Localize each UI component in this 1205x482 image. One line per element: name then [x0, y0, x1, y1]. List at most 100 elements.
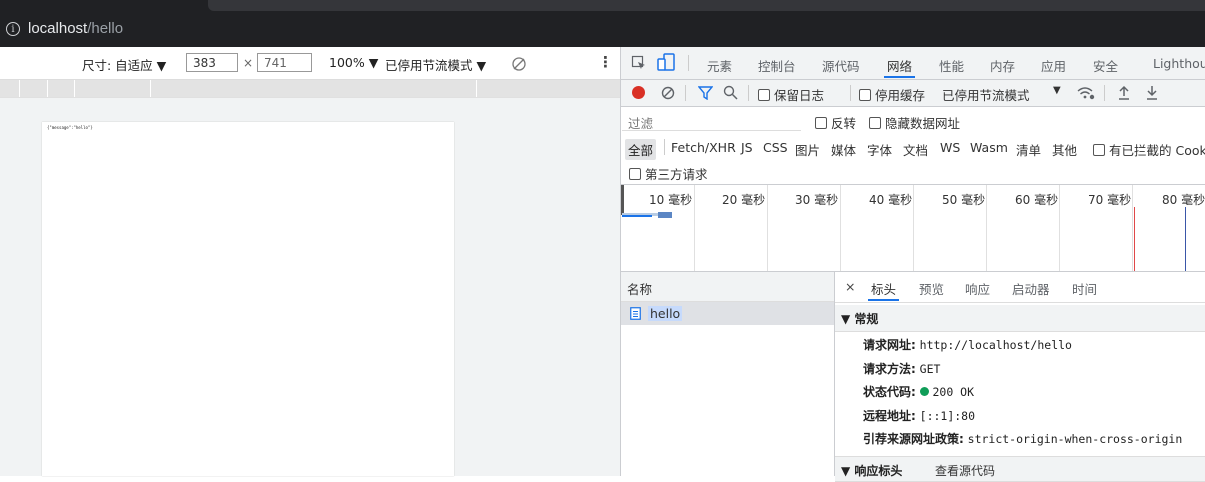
- type-filter-all[interactable]: 全部: [625, 139, 657, 160]
- preserve-log-checkbox[interactable]: 保留日志: [758, 85, 824, 104]
- checkbox-box[interactable]: [629, 168, 641, 180]
- record-icon[interactable]: [632, 86, 645, 99]
- site-info-icon[interactable]: i: [6, 22, 20, 36]
- status-code-value: 200 OK: [932, 385, 975, 399]
- import-har-icon[interactable]: [1118, 85, 1130, 100]
- load-event-marker: [1134, 207, 1135, 271]
- checkbox-box[interactable]: [815, 117, 827, 129]
- tab-application[interactable]: 应用: [1041, 56, 1066, 75]
- request-method-value: GET: [919, 362, 941, 376]
- media-query-segment[interactable]: [75, 80, 151, 97]
- separator: [748, 85, 749, 101]
- resource-type-filters: 全部 Fetch/XHR JS CSS 图片 媒体 字体 文档 WS Wasm …: [621, 134, 1205, 160]
- response-headers-section-header[interactable]: ▼ 响应标头 查看源代码: [835, 456, 1205, 482]
- throttle-dropdown-arrow[interactable]: ▼: [1053, 85, 1061, 96]
- device-width-input[interactable]: 383: [186, 53, 238, 72]
- timeline-label: 10 毫秒: [649, 193, 693, 207]
- timeline-gridline: [913, 185, 914, 271]
- checkbox-box[interactable]: [1093, 144, 1105, 156]
- timeline-start-marker: [621, 185, 624, 215]
- rotate-icon[interactable]: [511, 56, 527, 72]
- tab-sources[interactable]: 源代码: [822, 56, 860, 75]
- more-options-icon[interactable]: ⋮: [598, 53, 613, 71]
- tab-initiator[interactable]: 启动器: [1012, 279, 1050, 298]
- request-list: 名称 hello: [621, 272, 835, 476]
- type-filter-font[interactable]: 字体: [867, 140, 892, 159]
- tab-preview[interactable]: 预览: [919, 279, 944, 298]
- separator: [664, 139, 665, 155]
- url-text[interactable]: localhost/hello: [28, 20, 123, 37]
- zoom-select[interactable]: 100% ▼: [329, 55, 378, 70]
- response-headers-title: ▼ 响应标头: [841, 464, 903, 478]
- referrer-policy-row: 引荐来源网址政策: strict-origin-when-cross-origi…: [863, 430, 1182, 447]
- request-url-row: 请求网址: http://localhost/hello: [863, 336, 1072, 353]
- request-method-label: 请求方法:: [863, 362, 916, 376]
- timeline-label: 40 毫秒: [869, 193, 913, 207]
- media-query-segment[interactable]: [151, 80, 477, 97]
- type-filter-css[interactable]: CSS: [763, 140, 788, 155]
- type-filter-img[interactable]: 图片: [795, 140, 820, 159]
- third-party-checkbox[interactable]: 第三方请求: [629, 164, 708, 183]
- export-har-icon[interactable]: [1146, 85, 1158, 100]
- device-toolbar: 尺寸: 自适应 ▼ 383 × 741 100% ▼ 已停用节流模式 ▼ ⋮: [0, 47, 620, 80]
- filter-icon[interactable]: [698, 86, 713, 100]
- device-toolbar-toggle-icon[interactable]: [656, 53, 676, 72]
- tab-security[interactable]: 安全: [1093, 56, 1118, 75]
- device-throttle-select[interactable]: 已停用节流模式 ▼: [385, 55, 486, 74]
- invert-checkbox[interactable]: 反转: [815, 113, 856, 132]
- tab-elements[interactable]: 元素: [707, 56, 732, 75]
- type-filter-manifest[interactable]: 清单: [1016, 140, 1041, 159]
- tab-memory[interactable]: 内存: [990, 56, 1015, 75]
- address-bar[interactable]: i localhost/hello: [0, 13, 1205, 47]
- name-column-header[interactable]: 名称: [621, 272, 834, 302]
- search-icon[interactable]: [723, 85, 738, 100]
- general-section-header[interactable]: ▼ 常规: [835, 305, 1205, 332]
- tab-strip-edge: [208, 0, 1205, 11]
- hide-data-urls-checkbox[interactable]: 隐藏数据网址: [869, 113, 960, 132]
- third-party-row: 第三方请求: [621, 160, 1205, 185]
- network-overview-timeline[interactable]: 10 毫秒 20 毫秒 30 毫秒 40 毫秒 50 毫秒 60 毫秒 70 毫…: [621, 185, 1205, 272]
- device-height-input[interactable]: 741: [257, 53, 312, 72]
- network-throttle-select[interactable]: 已停用节流模式: [942, 85, 1030, 104]
- clear-icon[interactable]: [661, 86, 675, 100]
- blocked-cookies-checkbox[interactable]: 有已拦截的 Cookie: [1093, 140, 1205, 159]
- inspect-element-icon[interactable]: [631, 55, 647, 71]
- type-filter-js[interactable]: JS: [741, 140, 753, 155]
- tab-lighthouse[interactable]: Lighthouse: [1153, 56, 1205, 71]
- timeline-label: 60 毫秒: [1015, 193, 1059, 207]
- media-query-segment[interactable]: [477, 80, 621, 97]
- tab-timing[interactable]: 时间: [1072, 279, 1097, 298]
- checkbox-box[interactable]: [859, 89, 871, 101]
- separator: [850, 85, 851, 101]
- network-conditions-icon[interactable]: [1076, 85, 1095, 100]
- view-source-link[interactable]: 查看源代码: [935, 462, 995, 479]
- type-filter-media[interactable]: 媒体: [831, 140, 856, 159]
- filter-input[interactable]: 过滤: [622, 110, 801, 131]
- request-row[interactable]: hello: [621, 302, 834, 325]
- tab-performance[interactable]: 性能: [939, 56, 964, 75]
- remote-address-value: [::1]:80: [919, 409, 976, 423]
- checkbox-box[interactable]: [869, 117, 881, 129]
- type-filter-doc[interactable]: 文档: [903, 140, 928, 159]
- media-query-segment[interactable]: [0, 80, 20, 97]
- dom-content-loaded-marker: [1185, 207, 1186, 271]
- close-details-icon[interactable]: ×: [845, 279, 855, 294]
- type-filter-fetch-xhr[interactable]: Fetch/XHR: [671, 140, 736, 155]
- media-query-segment[interactable]: [48, 80, 75, 97]
- tab-console[interactable]: 控制台: [758, 56, 796, 75]
- media-query-bar: [0, 80, 621, 98]
- disable-cache-checkbox[interactable]: 停用缓存: [859, 85, 925, 104]
- dimensions-select[interactable]: 尺寸: 自适应 ▼: [82, 55, 166, 74]
- hide-data-urls-label: 隐藏数据网址: [885, 116, 961, 131]
- checkbox-box[interactable]: [758, 89, 770, 101]
- timeline-label: 80 毫秒: [1162, 193, 1205, 207]
- emulated-page: {"message":"hello"}: [42, 122, 454, 476]
- media-query-segment[interactable]: [20, 80, 48, 97]
- type-filter-ws[interactable]: WS: [940, 140, 960, 155]
- timeline-gridline: [840, 185, 841, 271]
- type-filter-wasm[interactable]: Wasm: [970, 140, 1008, 155]
- type-filter-other[interactable]: 其他: [1052, 140, 1077, 159]
- tab-network[interactable]: 网络: [883, 56, 916, 78]
- tab-response[interactable]: 响应: [965, 279, 990, 298]
- tab-headers[interactable]: 标头: [867, 279, 900, 301]
